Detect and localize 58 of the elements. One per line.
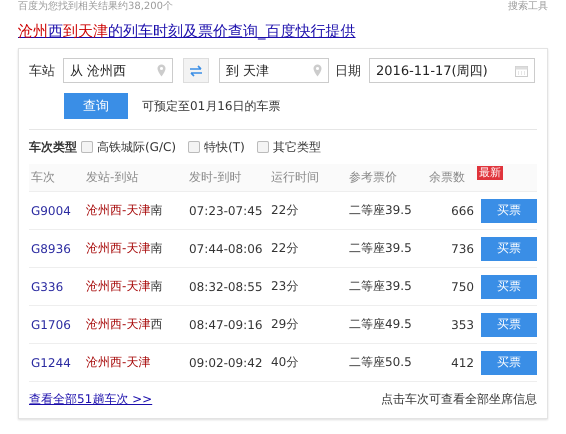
checkbox-label: 其它类型 — [272, 138, 321, 156]
checkbox[interactable] — [188, 141, 200, 153]
price-cell-text: 二等座39.5 — [349, 240, 413, 257]
price-cell-text: 二等座39.5 — [349, 202, 413, 219]
new-badge: 最新 — [477, 166, 503, 180]
train-number-link[interactable]: G8936 — [29, 242, 86, 256]
remaining-cell-text: 412 — [450, 356, 474, 370]
duration-cell-text: 22分 — [271, 240, 300, 257]
remaining-cell-text: 750 — [450, 280, 474, 294]
train-type-label: 车次类型 — [29, 138, 77, 156]
price-cell-text: 二等座39.5 — [349, 278, 413, 295]
column-header: 发站-到站 — [86, 169, 140, 186]
result-count: 百度为您找到相关结果约38,200个 — [18, 1, 173, 14]
date-field[interactable]: 2016-11-17(周四) — [369, 58, 535, 83]
time-cell-text: 08:32-08:55 — [189, 280, 264, 294]
price-cell-text: 二等座50.5 — [349, 354, 413, 371]
checkbox[interactable] — [256, 141, 269, 153]
time-cell-text: 07:44-08:06 — [189, 242, 264, 256]
route-cell-text: 沧州西-天津南 — [86, 202, 164, 219]
checkbox-label: 特快(T) — [204, 138, 245, 156]
remaining-cell-text: 736 — [450, 242, 474, 256]
train-number-link[interactable]: G336 — [29, 280, 86, 294]
route-cell-text: 沧州西-天津 — [86, 354, 152, 371]
route-cell-text: 沧州西-天津西 — [86, 316, 164, 333]
duration-cell-text: 40分 — [271, 354, 300, 371]
remaining-cell-text: 666 — [450, 204, 474, 218]
remaining-cell-text: 353 — [450, 318, 474, 332]
time-cell-text: 08:47-09:16 — [189, 318, 264, 332]
column-header: 发时-到时 — [189, 169, 242, 186]
swap-arrows-icon — [189, 64, 203, 76]
duration-cell-text: 29分 — [271, 316, 300, 333]
location-pin-icon — [157, 64, 166, 77]
column-header: 车次 — [30, 169, 56, 186]
route-cell-text: 沧州西-天津南 — [86, 240, 164, 257]
train-number-link[interactable]: G1244 — [29, 356, 86, 370]
date-label: 日期 — [335, 62, 361, 80]
column-header: 运行时间 — [271, 169, 320, 186]
price-cell-text: 二等座49.5 — [349, 316, 413, 333]
time-cell-text: 09:02-09:42 — [189, 356, 264, 370]
column-header: 余票数 — [429, 169, 466, 186]
duration-cell-text: 23分 — [271, 278, 300, 295]
duration-cell-text: 22分 — [271, 202, 300, 219]
from-station-field[interactable]: 从 沧州西 — [63, 58, 173, 83]
route-cell-text: 沧州西-天津南 — [86, 278, 164, 295]
column-header: 参考票价 — [349, 169, 398, 186]
calendar-icon — [515, 64, 528, 76]
train-number-link[interactable]: G9004 — [29, 204, 86, 218]
booking-note: 可预定至01月16日的车票 — [142, 98, 281, 114]
swap-button[interactable] — [183, 58, 209, 83]
checkbox[interactable] — [81, 141, 93, 153]
footer-hint: 点击车次可查看全部坐席信息 — [381, 390, 537, 408]
to-station-field[interactable]: 到 天津 — [219, 58, 329, 83]
location-pin-icon — [313, 64, 322, 77]
view-all-link[interactable]: 查看全部51趟车次 >> — [29, 390, 152, 408]
station-label: 车站 — [29, 62, 55, 80]
time-cell-text: 07:23-07:45 — [189, 204, 264, 218]
checkbox-label: 高铁城际(G/C) — [97, 138, 176, 156]
train-number-link[interactable]: G1706 — [29, 318, 86, 332]
